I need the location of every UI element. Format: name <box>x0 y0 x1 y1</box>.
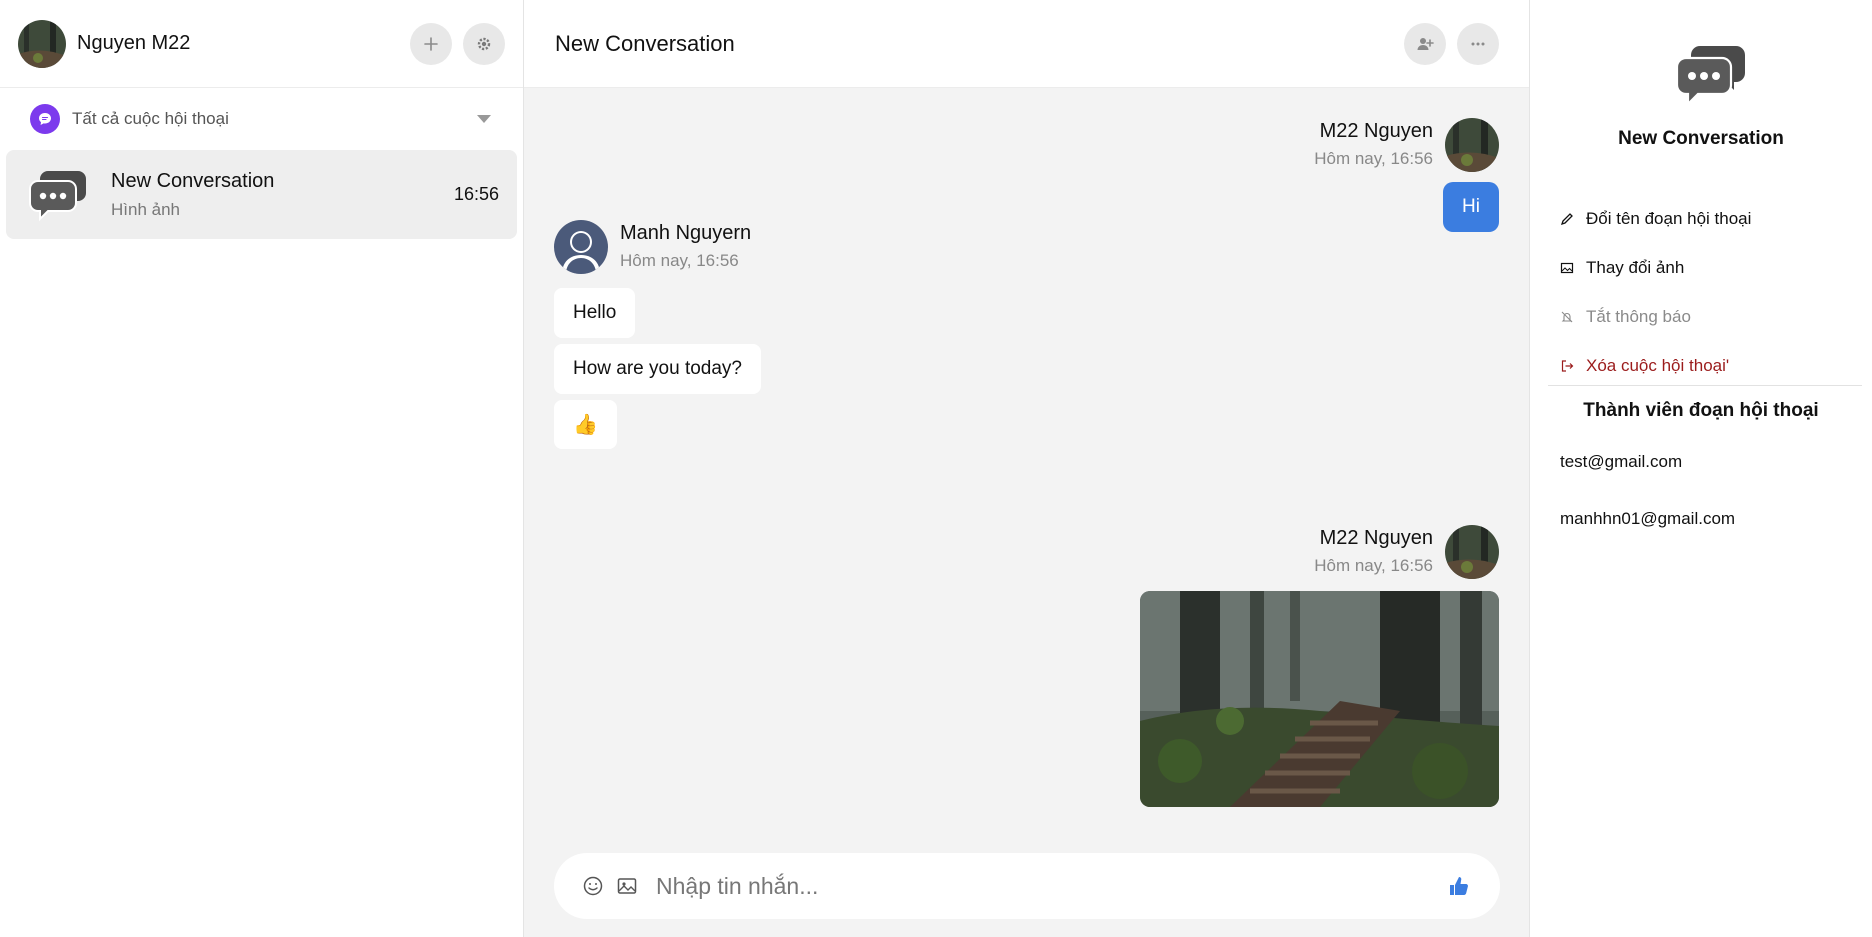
message-time: Hôm nay, 16:56 <box>620 251 739 270</box>
logout-icon <box>1561 359 1574 372</box>
conversation-info-panel: New Conversation Đổi tên đoạn hội thoại … <box>1530 0 1872 937</box>
conversation-text: New Conversation Hình ảnh <box>111 170 454 220</box>
group-chat-icon <box>29 170 86 221</box>
gear-icon <box>477 37 491 50</box>
message-group: M22 Nguyen Hôm nay, 16:56 Hi <box>1314 118 1499 232</box>
conversation-filter[interactable]: Tất cả cuộc hội thoại <box>0 88 523 150</box>
conversation-list-item[interactable]: New Conversation Hình ảnh 16:56 <box>6 150 517 239</box>
menu-item-label: Xóa cuộc hội thoại' <box>1586 355 1730 375</box>
message-list[interactable]: M22 Nguyen Hôm nay, 16:56 Hi Manh Nguyer… <box>524 88 1529 848</box>
add-member-button[interactable] <box>1404 22 1446 65</box>
conversation-time: 16:56 <box>453 184 499 204</box>
menu-item-label: Đổi tên đoạn hội thoại <box>1586 208 1752 228</box>
message-bubble[interactable]: Hello <box>554 288 636 338</box>
sender-avatar[interactable] <box>554 220 608 274</box>
user-avatar[interactable] <box>18 19 66 68</box>
filter-label: Tất cả cuộc hội thoại <box>72 109 229 128</box>
user-name: Nguyen M22 <box>77 32 191 54</box>
plus-icon <box>424 36 438 51</box>
message-composer <box>554 853 1500 919</box>
message-meta: M22 Nguyen Hôm nay, 16:56 <box>1314 118 1499 172</box>
sender-avatar[interactable] <box>1445 525 1499 579</box>
message-meta: Manh Nguyern Hôm nay, 16:56 <box>554 220 761 274</box>
sender-name: M22 Nguyen <box>1319 120 1433 142</box>
message-time: Hôm nay, 16:56 <box>1314 149 1433 168</box>
sender-name: Manh Nguyern <box>620 222 752 244</box>
chat-header: New Conversation <box>524 0 1529 88</box>
rename-conversation-item[interactable]: Đổi tên đoạn hội thoại <box>1560 194 1751 243</box>
message-group: M22 Nguyen Hôm nay, 16:56 <box>1140 525 1499 807</box>
message-time: Hôm nay, 16:56 <box>1314 556 1433 575</box>
message-bubbles: Hello How are you today? 👍 <box>554 288 761 449</box>
image-attachment[interactable] <box>1140 591 1499 807</box>
message-meta-text: Manh Nguyern Hôm nay, 16:56 <box>620 222 751 271</box>
new-conversation-button[interactable] <box>410 22 452 65</box>
app-root: Nguyen M22 Tất cả cuộc hội thoại New Con <box>0 0 1872 937</box>
menu-item-label: Thay đổi ảnh <box>1586 257 1685 277</box>
mute-notifications-item[interactable]: Tắt thông báo <box>1560 292 1751 341</box>
thumbs-up-icon[interactable] <box>1448 875 1470 897</box>
divider <box>1548 385 1862 386</box>
conversation-name: New Conversation <box>111 169 275 192</box>
panel-title: New Conversation <box>1618 128 1784 149</box>
message-meta-text: M22 Nguyen Hôm nay, 16:56 <box>1314 527 1433 576</box>
conversation-sidebar: Nguyen M22 Tất cả cuộc hội thoại New Con <box>0 0 524 937</box>
message-bubble[interactable]: How are you today? <box>554 344 761 394</box>
chat-area: New Conversation M22 Nguyen Hôm nay, 16:… <box>524 0 1530 937</box>
conversation-preview: Hình ảnh <box>111 199 180 219</box>
chevron-down-icon[interactable] <box>477 115 491 123</box>
image-upload-icon[interactable] <box>616 875 638 897</box>
chat-bubble-icon <box>30 104 60 134</box>
message-input[interactable] <box>656 872 1448 900</box>
sender-avatar[interactable] <box>1445 118 1499 172</box>
sidebar-header: Nguyen M22 <box>0 0 523 88</box>
pencil-icon <box>1560 212 1573 225</box>
message-meta: M22 Nguyen Hôm nay, 16:56 <box>1314 525 1499 579</box>
message-group: Manh Nguyern Hôm nay, 16:56 Hello How ar… <box>554 220 761 449</box>
member-email[interactable]: test@gmail.com <box>1560 452 1682 472</box>
members-title: Thành viên đoạn hội thoại <box>1583 400 1819 421</box>
emoji-icon[interactable] <box>582 875 604 897</box>
message-bubble[interactable]: 👍 <box>554 400 617 449</box>
change-image-item[interactable]: Thay đổi ảnh <box>1560 243 1751 292</box>
bell-off-icon <box>1561 311 1573 322</box>
member-email[interactable]: manhhn01@gmail.com <box>1560 509 1735 529</box>
message-meta-text: M22 Nguyen Hôm nay, 16:56 <box>1314 120 1433 169</box>
chat-title: New Conversation <box>555 30 735 56</box>
more-options-button[interactable] <box>1457 22 1499 65</box>
group-chat-icon <box>1676 46 1745 107</box>
settings-button[interactable] <box>463 22 505 65</box>
add-user-icon <box>1417 37 1434 50</box>
ellipsis-icon <box>1471 42 1485 45</box>
panel-menu: Đổi tên đoạn hội thoại Thay đổi ảnh Tắt … <box>1560 194 1751 390</box>
menu-item-label: Tắt thông báo <box>1586 306 1691 326</box>
image-icon <box>1560 262 1574 273</box>
message-bubble[interactable]: Hi <box>1443 182 1499 232</box>
delete-conversation-item[interactable]: Xóa cuộc hội thoại' <box>1560 341 1751 390</box>
sender-name: M22 Nguyen <box>1319 527 1433 549</box>
